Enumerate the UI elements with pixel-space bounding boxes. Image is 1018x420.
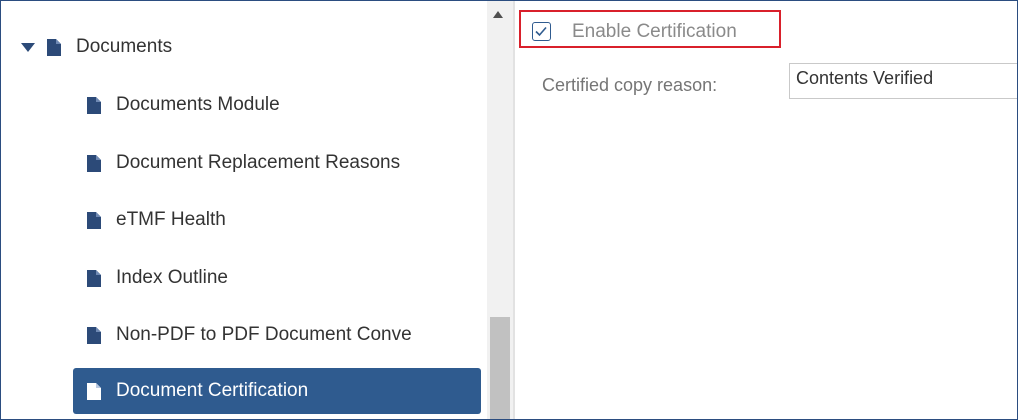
document-icon: [47, 38, 61, 56]
document-icon: [87, 154, 101, 172]
document-icon: [87, 211, 101, 229]
document-icon: [87, 269, 101, 287]
tree-item-index-outline[interactable]: Index Outline: [87, 256, 228, 300]
caret-down-icon[interactable]: [21, 42, 35, 52]
scroll-up-icon[interactable]: [493, 11, 503, 18]
tree-node-label: Documents: [76, 36, 173, 57]
settings-tree-panel: Documents Documents Module Document Repl…: [1, 1, 491, 419]
document-icon: [87, 326, 101, 344]
tree-item-label: eTMF Health: [116, 209, 226, 230]
settings-window: Documents Documents Module Document Repl…: [0, 0, 1018, 420]
tree-item-label: Document Replacement Reasons: [116, 152, 401, 173]
settings-detail-panel: Enable Certification Certified copy reas…: [515, 1, 1017, 419]
tree-item-non-pdf-to-pdf[interactable]: Non-PDF to PDF Document Conve: [87, 313, 485, 357]
checkmark-icon: [535, 26, 547, 37]
certified-copy-reason-label: Certified copy reason:: [542, 75, 718, 95]
tree-item-label: Documents Module: [116, 94, 280, 115]
scroll-thumb[interactable]: [490, 317, 510, 419]
tree-node-documents[interactable]: Documents: [21, 25, 172, 69]
certified-copy-reason-input[interactable]: Contents Verified: [789, 63, 1017, 99]
tree-item-label: Index Outline: [116, 267, 228, 288]
tree-item-label: Non-PDF to PDF Document Conve: [116, 324, 412, 345]
tree-item-label: Document Certification: [116, 380, 309, 401]
tree-scrollbar[interactable]: [487, 1, 513, 419]
tree-item-document-certification[interactable]: Document Certification: [73, 368, 481, 414]
document-icon: [87, 96, 101, 114]
enable-certification-label[interactable]: Enable Certification: [572, 21, 737, 43]
tree-item-etmf-health[interactable]: eTMF Health: [87, 198, 226, 242]
enable-certification-checkbox[interactable]: [532, 22, 551, 41]
tree-item-document-replacement-reasons[interactable]: Document Replacement Reasons: [87, 141, 400, 185]
document-icon: [87, 382, 101, 400]
tree-item-documents-module[interactable]: Documents Module: [87, 83, 280, 127]
